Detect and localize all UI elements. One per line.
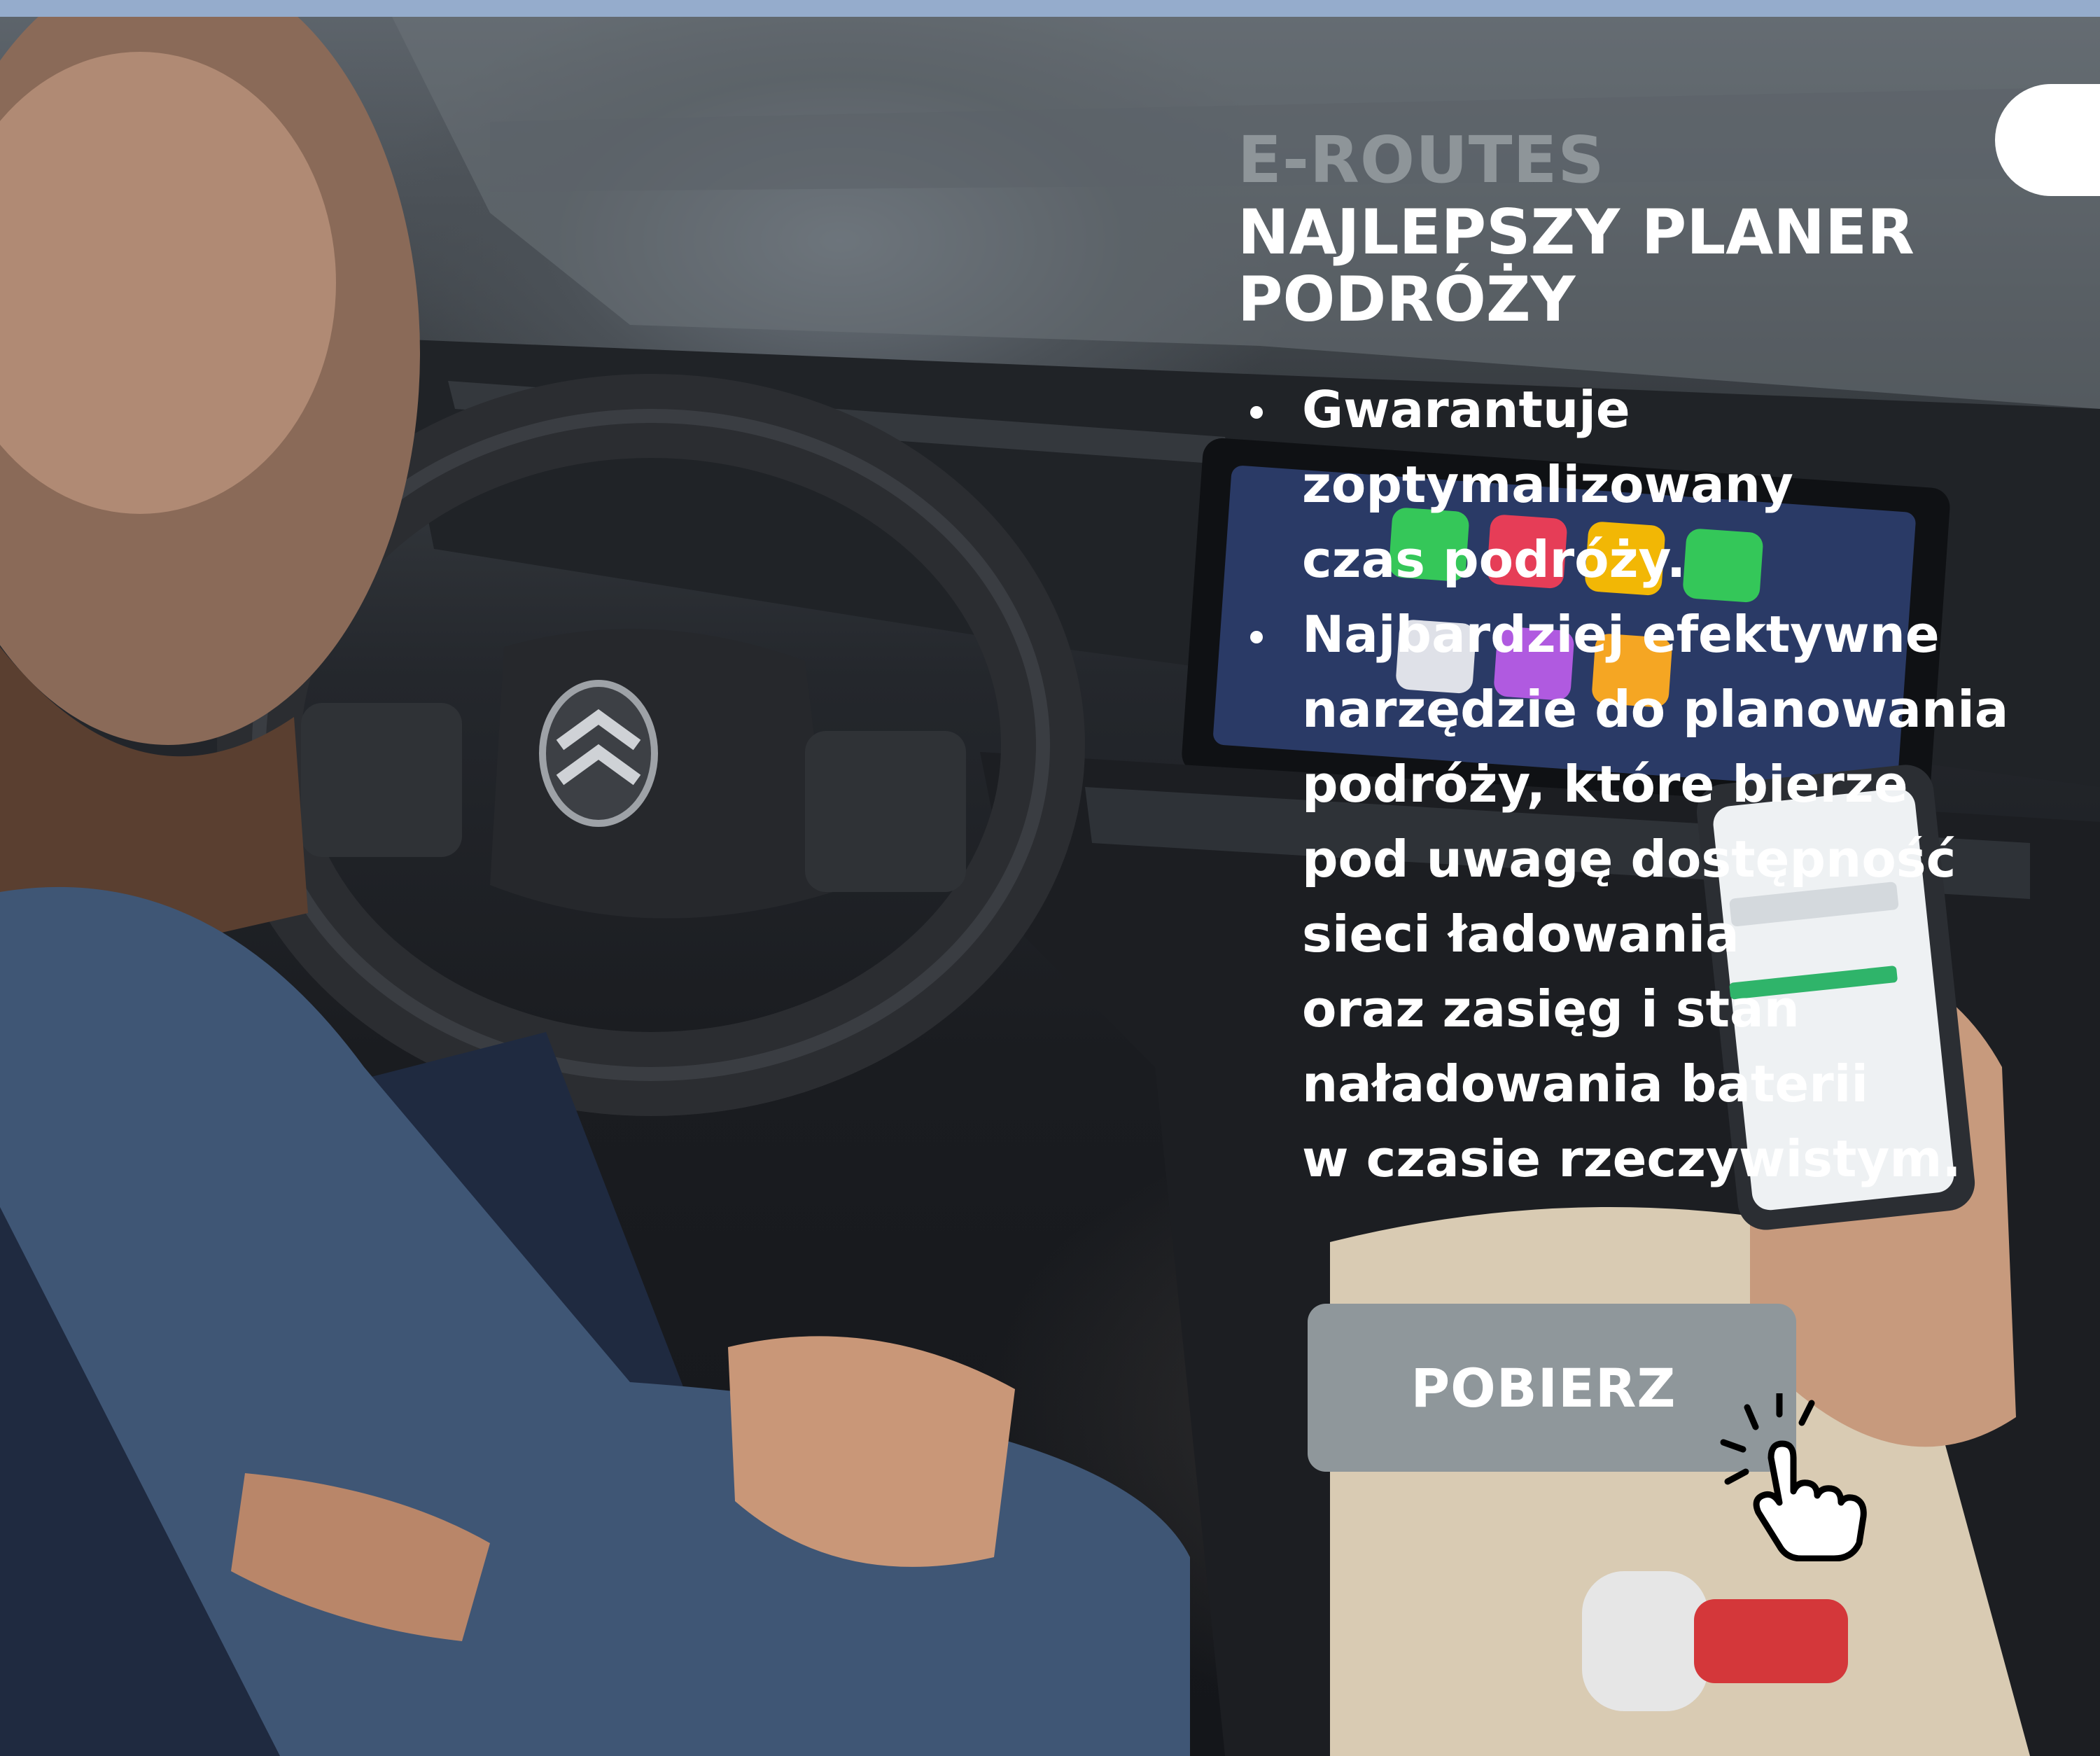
citroen-logo-icon: [539, 680, 658, 827]
bullet-icon: [1250, 631, 1263, 643]
feature-text-line: Gwarantuje: [1302, 380, 1630, 439]
pointing-hand-icon: [1232, 0, 1372, 42]
feature-text-line: naładowania baterii: [1302, 1054, 1869, 1113]
feature-item: Najbardziej efektywne narzędzie do plano…: [1238, 597, 2064, 1197]
feature-text-line: zoptymalizowany: [1302, 455, 1793, 514]
feature-text-line: narzędzie do planowania: [1302, 680, 2009, 739]
feature-text-line: oraz zasięg i stan: [1302, 980, 1800, 1038]
feature-text-line: sieci ładowania: [1302, 905, 1740, 963]
headline-line: PODRÓŻY: [1238, 263, 1576, 335]
promo-content: E-ROUTES NAJLEPSZY PLANER PODRÓŻY Gwaran…: [1238, 126, 2064, 1197]
pointing-hand-icon: [1719, 1390, 1887, 1562]
headline-line: NAJLEPSZY PLANER: [1238, 196, 1914, 268]
feature-text-line: pod uwagę dostępność: [1302, 830, 1956, 889]
feature-item: Gwarantuje zoptymalizowany czas podróży.: [1238, 372, 2064, 597]
section-headline: NAJLEPSZY PLANER PODRÓŻY: [1238, 199, 2064, 333]
feature-list: Gwarantuje zoptymalizowany czas podróży.…: [1238, 372, 2064, 1197]
feature-text-line: podróży, które bierze: [1302, 755, 1908, 814]
bullet-icon: [1250, 406, 1263, 419]
feature-text-line: w czasie rzeczywistym.: [1302, 1129, 1961, 1188]
section-kicker: E-ROUTES: [1238, 123, 1605, 197]
feature-text-line: czas podróży.: [1302, 530, 1686, 589]
feature-text-line: Najbardziej efektywne: [1302, 605, 1940, 664]
download-button-label: POBIERZ: [1410, 1356, 1676, 1419]
top-banner-strip: [0, 0, 2100, 17]
